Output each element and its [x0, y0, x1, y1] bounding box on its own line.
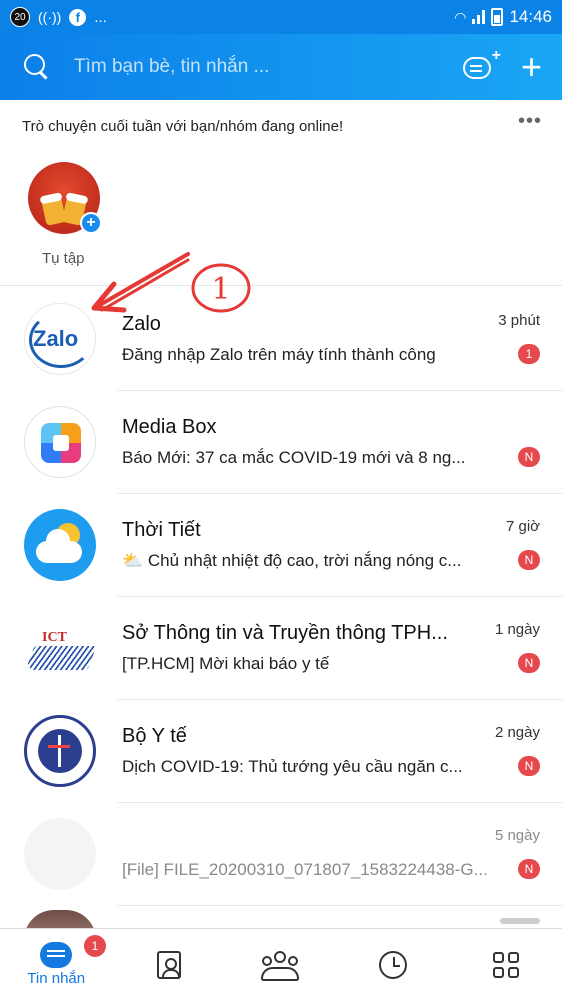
- online-friends-title: Trò chuyện cuối tuần với bạn/nhóm đang o…: [22, 118, 344, 135]
- signal-icon: [472, 10, 486, 24]
- ict-avatar: ICT: [24, 612, 96, 684]
- wifi-icon: ◠: [454, 8, 467, 25]
- partial-time: [500, 918, 540, 924]
- tab-contacts[interactable]: [112, 929, 224, 1000]
- weather-avatar: [24, 509, 96, 581]
- new-badge: N: [518, 447, 540, 467]
- group-label[interactable]: Tụ tập: [42, 250, 85, 267]
- grid-icon: [492, 951, 519, 978]
- annotation-circle: 1: [191, 263, 251, 313]
- search-input[interactable]: Tìm bạn bè, tin nhắn ...: [74, 56, 463, 78]
- conversation-row[interactable]: Bộ Y tế 2 ngày Dịch COVID-19: Thủ tướng …: [0, 700, 562, 803]
- conversation-time: 2 ngày: [494, 724, 540, 741]
- conversation-name: Thời Tiết: [122, 519, 201, 541]
- notification-count-icon: 20: [10, 7, 30, 27]
- new-message-icon[interactable]: +: [462, 47, 501, 81]
- media-box-avatar: [24, 406, 96, 478]
- top-bar: Tìm bạn bè, tin nhắn ... + +: [0, 34, 562, 100]
- facebook-icon: f: [69, 8, 87, 26]
- more-notifications: ...: [94, 8, 107, 26]
- conversation-name: Sở Thông tin và Truyền thông TPH...: [122, 622, 448, 644]
- conversation-preview: Báo Mới: 37 ca mắc COVID-19 mới và 8 ng.…: [122, 448, 466, 467]
- ministry-of-health-avatar: [24, 715, 96, 787]
- conversation-name: Bộ Y tế: [122, 725, 187, 747]
- conversation-time: 7 giờ: [505, 518, 540, 535]
- clock-time: 14:46: [509, 7, 552, 26]
- divider: [118, 905, 562, 906]
- conversation-time: 1 ngày: [494, 621, 540, 638]
- conversation-row[interactable]: 5 ngày [File] FILE_20200310_071807_15832…: [0, 803, 562, 906]
- chat-icon: [40, 942, 73, 968]
- status-bar: 20 ((·)) f ... ◠ 14:46: [0, 0, 562, 34]
- conversation-time: 3 phút: [498, 312, 540, 329]
- tab-more[interactable]: [450, 929, 562, 1000]
- unread-badge: 1: [518, 344, 540, 364]
- conversation-name: Media Box: [122, 416, 217, 438]
- tab-groups[interactable]: [225, 929, 337, 1000]
- radio-icon: ((·)): [38, 9, 62, 25]
- conversation-time: 5 ngày: [494, 827, 540, 844]
- conversation-preview: Đăng nhập Zalo trên máy tính thành công: [122, 345, 436, 364]
- add-group-icon[interactable]: +: [80, 212, 102, 234]
- tab-timeline[interactable]: [337, 929, 449, 1000]
- blank-avatar: [24, 818, 96, 890]
- conversation-preview: [File] FILE_20200310_071807_1583224438-G…: [122, 860, 488, 879]
- battery-icon: [491, 8, 504, 26]
- tab-messages-label: Tin nhắn: [27, 970, 86, 987]
- groups-icon: [259, 950, 303, 981]
- new-badge: N: [518, 756, 540, 776]
- conversation-row[interactable]: Media Box Báo Mới: 37 ca mắc COVID-19 mớ…: [0, 391, 562, 494]
- new-badge: N: [518, 859, 540, 879]
- more-options-icon[interactable]: •••: [518, 110, 542, 133]
- tab-messages[interactable]: Tin nhắn 1: [0, 929, 112, 1000]
- new-badge: N: [518, 653, 540, 673]
- conversation-row[interactable]: ICT Sở Thông tin và Truyền thông TPH... …: [0, 597, 562, 700]
- conversation-list: Zalo Zalo 3 phút Đăng nhập Zalo trên máy…: [0, 288, 562, 906]
- annotation-number: 1: [211, 272, 230, 307]
- bottom-nav: Tin nhắn 1: [0, 928, 562, 1000]
- conversation-preview: ⛅ Chủ nhật nhiệt độ cao, trời nắng nóng …: [122, 551, 462, 570]
- conversation-preview: [TP.HCM] Mời khai báo y tế: [122, 654, 330, 673]
- contacts-icon: [156, 950, 181, 979]
- messages-badge: 1: [84, 935, 106, 957]
- clock-icon: [379, 950, 408, 979]
- new-badge: N: [518, 550, 540, 570]
- conversation-preview: Dịch COVID-19: Thủ tướng yêu cầu ngăn c.…: [122, 757, 463, 776]
- conversation-row[interactable]: Thời Tiết 7 giờ ⛅ Chủ nhật nhiệt độ cao,…: [0, 494, 562, 597]
- plus-icon[interactable]: +: [521, 49, 542, 85]
- search-icon[interactable]: [24, 54, 50, 80]
- annotation-arrow: [91, 252, 190, 313]
